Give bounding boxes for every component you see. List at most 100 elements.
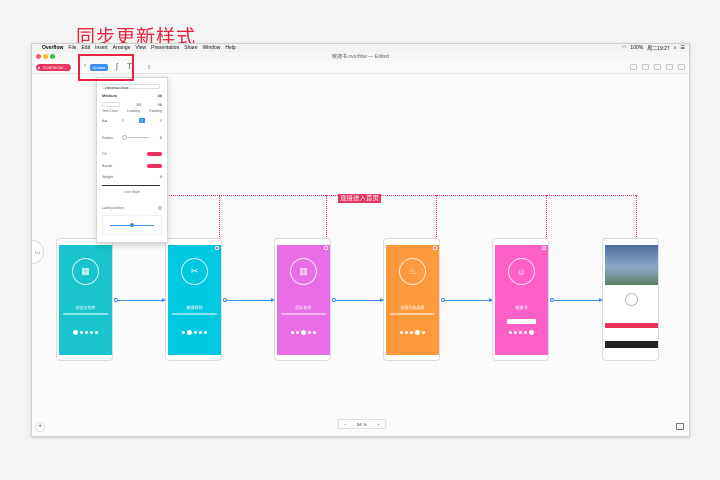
link-anchor[interactable] [324,246,328,250]
add-page-button[interactable]: + [35,422,45,432]
sidebar-toggle-icon[interactable] [678,64,685,70]
link-label[interactable]: 直接进入首页 [338,194,381,203]
pager-dots [59,330,112,335]
link-path [326,195,327,243]
menu-share[interactable]: Share [184,45,197,51]
image-icon[interactable] [654,64,661,70]
screen-heading: 创业文档库 [75,305,96,310]
radius-slider[interactable] [122,135,150,140]
line-style-preview[interactable] [102,185,160,186]
zoom-out-button[interactable]: − [344,422,347,427]
font-weight-select[interactable]: Medium [102,93,117,98]
zoom-in-button[interactable]: + [377,422,380,427]
border-label: Border [102,164,113,168]
link-path [636,195,637,243]
menu-view[interactable]: View [135,45,146,51]
screen-preview: ▦ 创业文档库 [59,245,112,355]
padding-field[interactable]: 96 [158,102,162,107]
flow-connector[interactable] [227,298,275,302]
app-window: Overflow File Edit Insert Arrange View P… [31,43,690,437]
menu-app-name[interactable]: Overflow [42,45,63,51]
screen-preview: ☺ 敏捷书 [495,245,548,355]
flow-connector[interactable] [554,298,603,302]
flow-connector[interactable] [118,298,166,302]
border-color-swatch[interactable] [147,164,162,168]
font-size-field[interactable]: 40 [158,93,162,98]
menu-help[interactable]: Help [225,45,235,51]
tools-icon: ✂ [181,258,208,285]
screen-card-home[interactable] [602,238,659,361]
padding-label: Padding [149,109,162,113]
label-position-label: Label position [102,206,124,210]
screen-heading: 敏捷书 [515,305,528,310]
screen-heading: 团队协作 [295,305,312,310]
battery-level[interactable]: 100% [630,45,643,51]
paint-bucket-icon[interactable]: ♁ [146,62,152,71]
fill-label: Fill [102,152,107,156]
comment-icon[interactable] [676,423,684,430]
radius-value[interactable]: 0 [160,135,162,140]
link-anchor[interactable] [542,246,546,250]
screen-subtitle-bar [63,313,108,315]
share-icon[interactable] [642,64,649,70]
screen-subtitle-bar [390,313,435,315]
cat-icon: ☺ [508,258,535,285]
menu-arrange[interactable]: Arrange [113,45,131,51]
menu-edit[interactable]: Edit [81,45,90,51]
pink-action-bar [605,323,658,328]
fill-color-swatch[interactable] [147,152,162,156]
font-name-field[interactable]: Helvetica Neue [102,84,160,90]
menu-window[interactable]: Window [203,45,221,51]
menu-file[interactable]: File [68,45,76,51]
camera-icon [625,293,638,306]
screen-card[interactable]: ▥ 团队协作 [274,238,331,361]
link-anchor[interactable] [433,246,437,250]
flow-connector[interactable] [445,298,493,302]
screen-preview [605,245,658,355]
line-style-label: Line Style [124,190,140,194]
screen-preview: ▥ 团队协作 [277,245,330,355]
highlight-box [78,54,134,81]
screen-heading: 敏捷规则 [186,305,203,310]
flow-connector[interactable] [336,298,384,302]
label-position-grid[interactable] [102,215,162,235]
align-left-icon[interactable]: ≡ [122,118,124,123]
pager-dots [495,330,548,335]
menubar: Overflow File Edit Insert Arrange View P… [32,44,689,52]
toggle-icon[interactable] [158,206,162,210]
pager-dots [277,330,330,335]
zoom-level[interactable]: 56 % [357,422,367,427]
radius-label: Radius [102,135,113,140]
weight-value[interactable]: 0 [160,174,162,179]
zoom-control: − 56 % + [338,419,386,429]
wifi-icon[interactable]: ◠ [622,45,626,51]
align-center-icon[interactable]: ≡ [138,118,145,123]
screen-card[interactable]: ▦ 创业文档库 [56,238,113,361]
presentation-icon[interactable] [630,64,637,70]
page: 同步更新样式 Overflow File Edit Insert Arrange… [0,0,720,480]
leading-field[interactable]: 50 [137,102,141,107]
link-anchor[interactable] [215,246,219,250]
screen-heading: 创意头脑风暴 [400,305,425,310]
screen-card[interactable]: ☺ 敏捷书 [492,238,549,361]
navigation-bar [605,341,658,348]
page-indicator[interactable]: 1/1 [32,240,44,264]
font-style-icon[interactable]: Aa [102,118,107,123]
text-color-well[interactable] [102,102,120,107]
link-path [219,195,220,243]
connector-selector[interactable]: Connector... [36,64,72,71]
style-inspector: Helvetica Neue Medium 40 50 96 Text Colo… [96,77,168,243]
search-icon[interactable]: ⌕ [674,45,677,51]
text-color-label: Text Color [102,109,118,113]
menu-list-icon[interactable]: ☰ [681,45,685,51]
export-icon[interactable] [666,64,673,70]
screen-subtitle-bar [172,313,217,315]
menu-insert[interactable]: Insert [95,45,108,51]
screen-card[interactable]: ✂ 敏捷规则 [165,238,222,361]
start-button-shape [507,319,536,324]
screen-card[interactable]: ♨ 创意头脑风暴 [383,238,440,361]
align-right-icon[interactable]: ≡ [160,118,162,123]
menubar-status: ◠ 100% 周二19:27 ⌕ ☰ [618,44,685,52]
clock[interactable]: 周二19:27 [647,45,670,52]
menu-presentation[interactable]: Presentation [151,45,179,51]
